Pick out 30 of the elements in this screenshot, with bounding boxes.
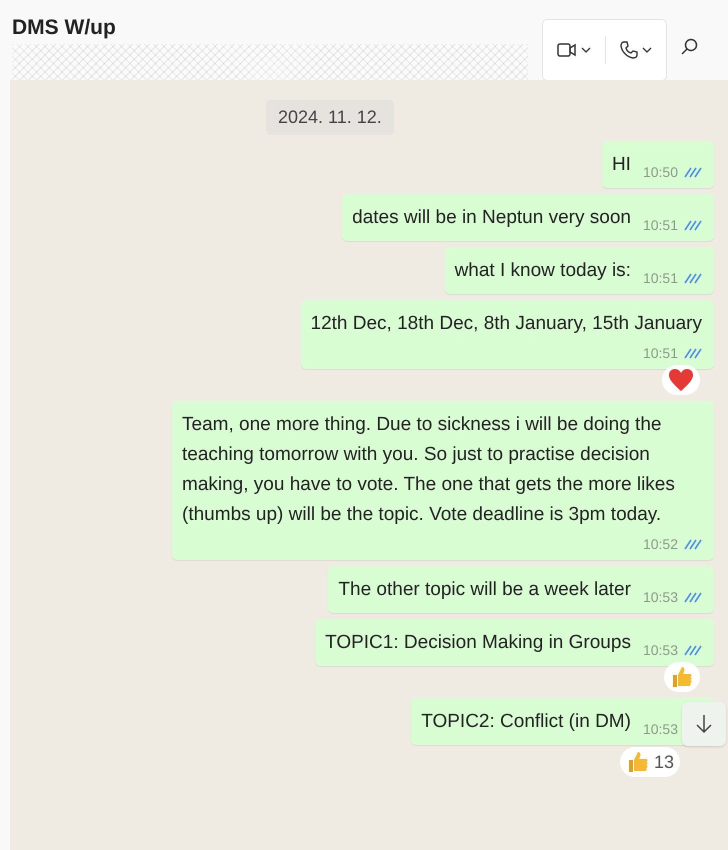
- phone-icon: [620, 41, 638, 59]
- reaction-badge[interactable]: [662, 365, 700, 395]
- message-time: 10:51: [642, 345, 678, 361]
- heart-icon: [668, 368, 694, 392]
- chevron-icon: [581, 47, 591, 53]
- chat-title: DMS W/up: [12, 16, 117, 40]
- arrow-down-icon: [695, 714, 713, 734]
- chevron-icon: [642, 47, 652, 53]
- message-text: 12th Dec, 18th Dec, 8th January, 15th January: [310, 312, 702, 336]
- message-text: what I know today is:: [454, 259, 631, 283]
- date-chip: 2024. 11. 12.: [266, 100, 394, 135]
- message-time: 10:51: [642, 270, 678, 286]
- message-text: TOPIC2: Conflict (in DM): [421, 710, 631, 734]
- message-time: 10:51: [642, 217, 678, 233]
- video-camera-icon: [557, 42, 577, 58]
- message-time: 10:50: [642, 164, 678, 180]
- reaction-count: 13: [654, 752, 674, 772]
- message-time: 10:52: [642, 536, 678, 552]
- message-text: TOPIC1: Decision Making in Groups: [325, 631, 631, 655]
- message-text: HI: [612, 153, 631, 177]
- message-time: 10:53: [642, 642, 678, 658]
- message-text: dates will be in Neptun very soon: [352, 206, 631, 230]
- scroll-down-button[interactable]: [682, 702, 726, 746]
- message-text: The other topic will be a week later: [338, 578, 631, 602]
- message-text: Team, one more thing. Due to sickness i will be doing the teaching tomorrow with you. So just to practise decision making, you have to vote. The one that gets the more likes (thumbs up) will be the topic. Vote deadline is 3pm today.: [182, 413, 676, 527]
- message-time: 10:53: [642, 721, 678, 737]
- thumbs-up-icon: [670, 665, 694, 689]
- message-time: 10:53: [642, 589, 678, 605]
- search-icon[interactable]: [681, 38, 699, 56]
- reaction-badge[interactable]: 13: [620, 747, 680, 777]
